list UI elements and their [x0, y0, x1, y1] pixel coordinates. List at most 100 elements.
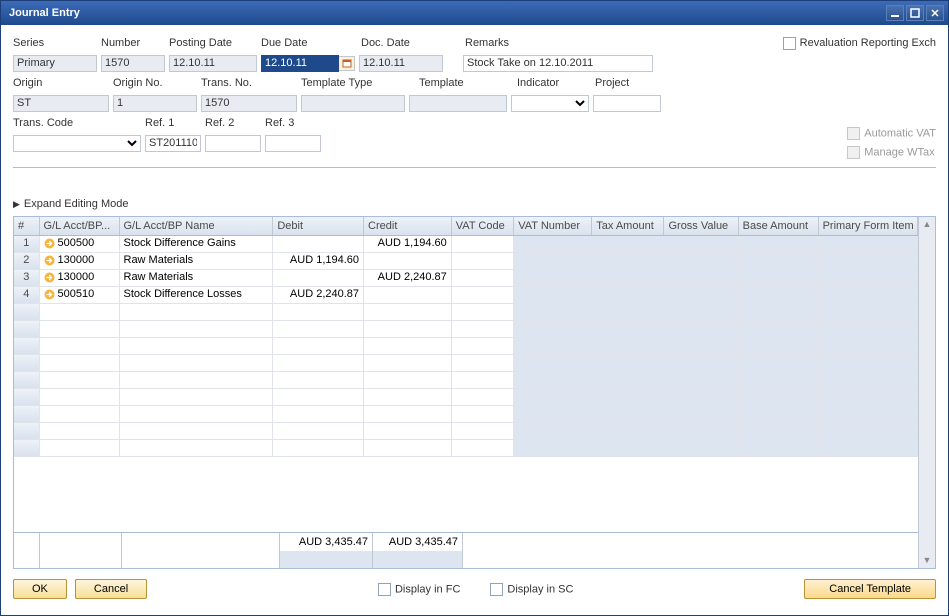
- cell-base[interactable]: [739, 236, 819, 252]
- cell-credit[interactable]: AUD 2,240.87: [364, 270, 452, 286]
- col-credit[interactable]: Credit: [364, 217, 452, 235]
- calendar-icon[interactable]: [339, 56, 355, 71]
- cell-acct[interactable]: 500510: [40, 287, 120, 303]
- grid-scrollbar[interactable]: ▲ ▼: [918, 217, 935, 568]
- cell-taxamt[interactable]: [592, 253, 664, 269]
- cell-vatcode[interactable]: [452, 253, 514, 269]
- ref1-input[interactable]: [145, 135, 201, 152]
- due-date-input[interactable]: [261, 55, 339, 72]
- posting-date-input[interactable]: [169, 55, 257, 72]
- link-arrow-icon[interactable]: 500500: [44, 237, 95, 249]
- revaluation-checkbox[interactable]: [783, 37, 796, 50]
- col-debit[interactable]: Debit: [273, 217, 364, 235]
- cell-debit[interactable]: AUD 2,240.87: [273, 287, 364, 303]
- link-arrow-icon[interactable]: 130000: [44, 254, 95, 266]
- cell-name[interactable]: Raw Materials: [120, 253, 274, 269]
- close-button[interactable]: [926, 5, 944, 21]
- cell-vatcode[interactable]: [452, 270, 514, 286]
- trans-code-select[interactable]: [13, 135, 141, 152]
- ref2-input[interactable]: [205, 135, 261, 152]
- cell-prim[interactable]: [819, 236, 918, 252]
- cell-gross[interactable]: [664, 270, 738, 286]
- cell-name[interactable]: Raw Materials: [120, 270, 274, 286]
- total-credit: AUD 3,435.47: [373, 533, 463, 551]
- scroll-down-icon[interactable]: ▼: [920, 553, 935, 568]
- table-row[interactable]: 3 130000 Raw Materials AUD 2,240.87: [14, 270, 918, 287]
- cell-debit[interactable]: [273, 236, 364, 252]
- col-prim[interactable]: Primary Form Item: [819, 217, 918, 235]
- trans-no-label: Trans. No.: [201, 77, 301, 89]
- cell-vatnum[interactable]: [514, 253, 592, 269]
- cell-debit[interactable]: [273, 270, 364, 286]
- cell-acct[interactable]: 130000: [40, 270, 120, 286]
- ok-button[interactable]: OK: [13, 579, 67, 599]
- cell-gross[interactable]: [664, 287, 738, 303]
- cell-credit[interactable]: [364, 287, 452, 303]
- cell-prim[interactable]: [819, 287, 918, 303]
- cell-vatnum[interactable]: [514, 236, 592, 252]
- cell-taxamt[interactable]: [592, 270, 664, 286]
- cell-debit[interactable]: AUD 1,194.60: [273, 253, 364, 269]
- col-name[interactable]: G/L Acct/BP Name: [120, 217, 274, 235]
- cell-base[interactable]: [739, 270, 819, 286]
- link-arrow-icon[interactable]: 500510: [44, 288, 95, 300]
- cell-credit[interactable]: AUD 1,194.60: [364, 236, 452, 252]
- cancel-button[interactable]: Cancel: [75, 579, 147, 599]
- cancel-template-button[interactable]: Cancel Template: [804, 579, 936, 599]
- template-type-input[interactable]: [301, 95, 405, 112]
- table-row[interactable]: 2 130000 Raw MaterialsAUD 1,194.60: [14, 253, 918, 270]
- cell-prim[interactable]: [819, 270, 918, 286]
- scroll-up-icon[interactable]: ▲: [920, 217, 935, 232]
- display-fc-checkbox[interactable]: [378, 583, 391, 596]
- cell-num: [14, 338, 40, 354]
- indicator-select[interactable]: [511, 95, 589, 112]
- cell-vatcode[interactable]: [452, 287, 514, 303]
- maximize-button[interactable]: [906, 5, 924, 21]
- col-base[interactable]: Base Amount: [739, 217, 819, 235]
- cell-base[interactable]: [739, 253, 819, 269]
- cell-gross[interactable]: [664, 236, 738, 252]
- cell-taxamt[interactable]: [592, 287, 664, 303]
- table-row[interactable]: 4 500510 Stock Difference LossesAUD 2,240.…: [14, 287, 918, 304]
- cell-prim[interactable]: [819, 253, 918, 269]
- col-gross[interactable]: Gross Value: [664, 217, 738, 235]
- series-input[interactable]: [13, 55, 97, 72]
- origin-no-label: Origin No.: [113, 77, 201, 89]
- project-input[interactable]: [593, 95, 661, 112]
- template-input[interactable]: [409, 95, 507, 112]
- cell-vatnum[interactable]: [514, 287, 592, 303]
- cell-num[interactable]: 4: [14, 287, 40, 303]
- cell-gross[interactable]: [664, 253, 738, 269]
- cell-prim: [819, 423, 918, 439]
- col-vatcode[interactable]: VAT Code: [452, 217, 514, 235]
- cell-num[interactable]: 1: [14, 236, 40, 252]
- expand-editing-mode-link[interactable]: Expand Editing Mode: [13, 198, 936, 210]
- minimize-button[interactable]: [886, 5, 904, 21]
- col-vatnum[interactable]: VAT Number: [514, 217, 592, 235]
- doc-date-input[interactable]: [359, 55, 443, 72]
- col-taxamt[interactable]: Tax Amount: [592, 217, 664, 235]
- cell-base[interactable]: [739, 287, 819, 303]
- cell-name[interactable]: Stock Difference Gains: [120, 236, 274, 252]
- remarks-input[interactable]: [463, 55, 653, 72]
- origin-no-input[interactable]: [113, 95, 197, 112]
- number-input[interactable]: [101, 55, 165, 72]
- cell-name[interactable]: Stock Difference Losses: [120, 287, 274, 303]
- cell-credit[interactable]: [364, 253, 452, 269]
- cell-vatcode[interactable]: [452, 236, 514, 252]
- cell-num[interactable]: 3: [14, 270, 40, 286]
- cell-acct[interactable]: 500500: [40, 236, 120, 252]
- cell-acct[interactable]: 130000: [40, 253, 120, 269]
- table-row[interactable]: 1 500500 Stock Difference Gains AUD 1,194.6…: [14, 236, 918, 253]
- cell-num[interactable]: 2: [14, 253, 40, 269]
- col-acct[interactable]: G/L Acct/BP...: [40, 217, 120, 235]
- link-arrow-icon[interactable]: 130000: [44, 271, 95, 283]
- trans-no-input[interactable]: [201, 95, 297, 112]
- col-num[interactable]: #: [14, 217, 40, 235]
- ref3-input[interactable]: [265, 135, 321, 152]
- cell-taxamt[interactable]: [592, 236, 664, 252]
- display-sc-checkbox[interactable]: [490, 583, 503, 596]
- automatic-vat-checkbox: [847, 127, 860, 140]
- cell-vatnum[interactable]: [514, 270, 592, 286]
- origin-input[interactable]: [13, 95, 109, 112]
